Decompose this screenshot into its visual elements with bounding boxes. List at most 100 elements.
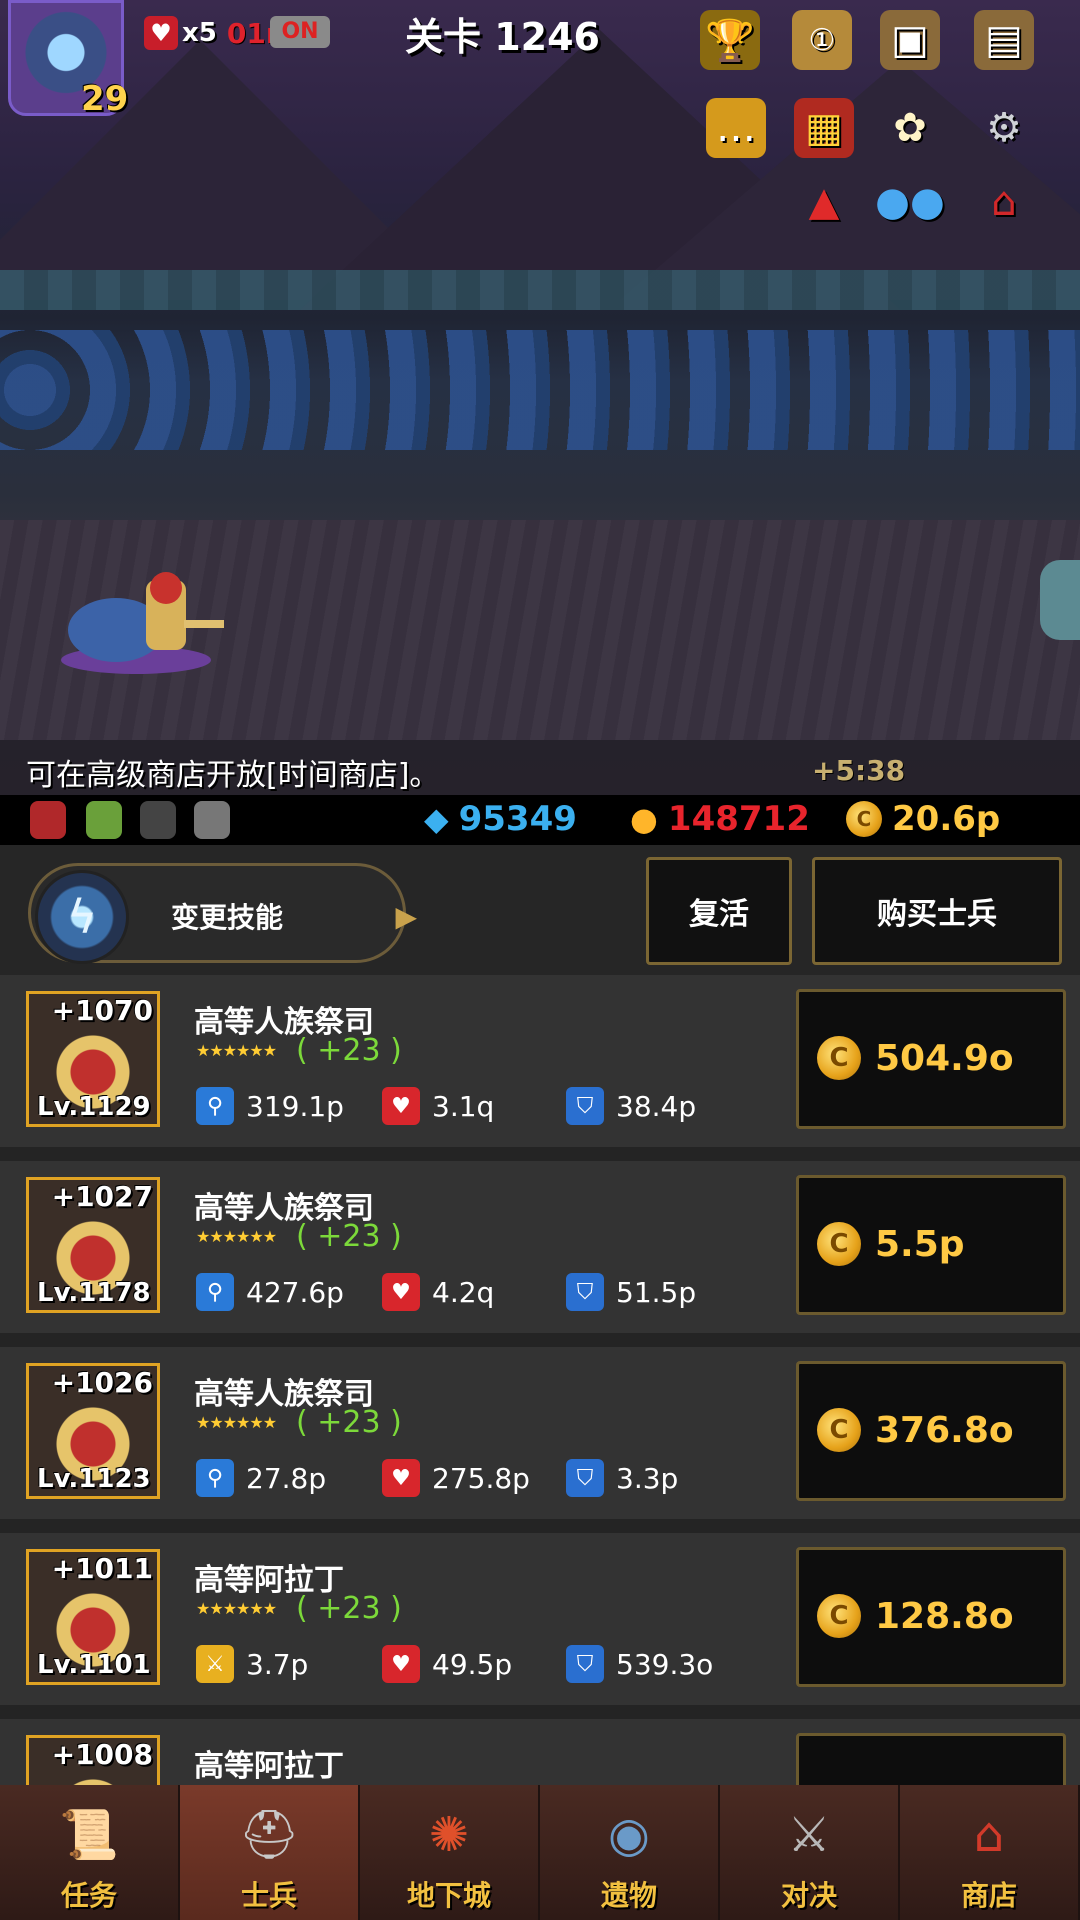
defense-value: 3.3p [616,1461,679,1495]
soldier-bonus: +1011 [51,1552,153,1585]
health-stat: ♥ 3.1q [382,1087,494,1125]
knight-book-icon[interactable]: ▣ [880,10,940,70]
scroll-icon: 📜 [59,1807,119,1863]
upgrade-cost-button[interactable]: C 128.8o [796,1547,1066,1687]
soldier-stars: ★★★★★★ [196,1041,277,1060]
nav-tab[interactable]: ⌂ 商店 [900,1785,1080,1920]
coin-icon: C [817,1036,861,1080]
gear-icon[interactable]: ⚙ [974,98,1034,158]
defense-stat: ⛉ 51.5p [566,1273,696,1311]
cost-value: 504.9o [875,1037,1014,1079]
tree-line [0,330,1080,450]
attack-stat: ⚔ 3.7p [196,1645,308,1683]
soldier-level: Lv.1123 [37,1464,151,1494]
nav-tab-label: 商店 [960,1879,1017,1912]
bottom-nav: 📜 任务 ⛑ 士兵 ✺ 地下城 ◉ 遗物 ⚔ 对决 ⌂ 商店 [0,1785,1080,1920]
soldier-portrait[interactable]: +1026 Lv.1123 [26,1363,160,1499]
health-stat: ♥ 49.5p [382,1645,512,1683]
upgrade-cost-button[interactable]: C [796,1733,1066,1785]
party-member-green-icon[interactable] [86,801,122,839]
soldier-portrait[interactable]: +1027 Lv.1178 [26,1177,160,1313]
mailbox-icon[interactable]: ⌂ [974,172,1034,232]
ranking-podium-icon[interactable]: ① [792,10,852,70]
nav-tab[interactable]: ✺ 地下城 [360,1785,540,1920]
defense-stat: ⛉ 38.4p [566,1087,696,1125]
soldier-name: 高等阿拉丁 [194,1749,344,1784]
magic-wand-icon: ⚲ [196,1459,234,1497]
friends-icon[interactable]: ●● [875,172,945,232]
gift-box-icon[interactable]: ▦ [794,98,854,158]
helmet-icon: ⛑ [238,1807,300,1863]
party-member-red-icon[interactable] [30,801,66,839]
trophy-icon[interactable]: 🏆 [700,10,760,70]
soldier-row[interactable]: +1008 高等阿拉丁 ⚔ ♥ ⛉ C [0,1719,1080,1785]
stage-title: 关卡 1246 [405,15,600,59]
hero-unit-sprite [61,572,224,674]
soldier-portrait[interactable]: +1008 [26,1735,160,1785]
soldier-row[interactable]: +1070 Lv.1129 高等人族祭司 ★★★★★★ ( +23 ) ⚲ 31… [0,975,1080,1161]
chevron-right-icon: ▶ [395,900,417,933]
crossed-swords-icon: ⚔ [787,1807,831,1863]
change-skill-button[interactable]: ϟ 变更技能 ▶ [28,863,417,964]
buy-soldier-button[interactable]: 购买士兵 [812,857,1062,965]
coin-icon: C [817,1408,861,1452]
nav-tab-label: 遗物 [600,1879,657,1912]
nav-tab[interactable]: ⚔ 对决 [720,1785,900,1920]
heart-icon: ♥ [382,1273,420,1311]
health-stat: ♥ 4.2q [382,1273,494,1311]
magic-wand-icon: ⚲ [196,1273,234,1311]
soldier-list[interactable]: +1070 Lv.1129 高等人族祭司 ★★★★★★ ( +23 ) ⚲ 31… [0,975,1080,1785]
soldier-row[interactable]: +1026 Lv.1123 高等人族祭司 ★★★★★★ ( +23 ) ⚲ 27… [0,1347,1080,1533]
health-value: 49.5p [432,1647,513,1681]
attack-value: 427.6p [246,1275,344,1309]
health-value: 3.1q [432,1089,495,1123]
soldier-star-bonus: ( +23 ) [296,1033,402,1068]
cost-value: 128.8o [875,1595,1014,1637]
revive-button[interactable]: 复活 [646,857,792,965]
gem-value: 95349 [458,799,577,839]
angel-icon[interactable]: ✿ [880,98,940,158]
action-row: ϟ 变更技能 ▶ 复活 购买士兵 [0,845,1080,975]
shield-icon: ⛉ [566,1087,604,1125]
party-member-dark-icon[interactable] [140,801,176,839]
upgrade-cost-button[interactable]: C 376.8o [796,1361,1066,1501]
hedge-row [0,270,1080,310]
soldier-row[interactable]: +1027 Lv.1178 高等人族祭司 ★★★★★★ ( +23 ) ⚲ 42… [0,1161,1080,1347]
soldier-row[interactable]: +1011 Lv.1101 高等阿拉丁 ★★★★★★ ( +23 ) ⚔ 3.7… [0,1533,1080,1719]
attack-stat: ⚲ 427.6p [196,1273,344,1311]
nav-tab[interactable]: 📜 任务 [0,1785,180,1920]
nav-tab[interactable]: ⛑ 士兵 [180,1785,360,1920]
cost-content: C 504.9o [817,1036,1014,1080]
soldier-level: Lv.1129 [37,1092,151,1122]
soldier-portrait[interactable]: +1011 Lv.1101 [26,1549,160,1685]
floating-gain-text: +5:38 [812,754,906,787]
sword-book-icon[interactable]: ▤ [974,10,1034,70]
collapse-triangle-icon[interactable]: ▲ [794,172,854,232]
defense-stat: ⛉ 3.3p [566,1459,678,1497]
orb-icon: ◉ [608,1807,650,1863]
player-avatar[interactable]: 29 [8,0,128,119]
nav-tab[interactable]: ◉ 遗物 [540,1785,720,1920]
defense-stat: ⛉ 539.3o [566,1645,713,1683]
heart-icon: ♥ [382,1459,420,1497]
lightning-tower-icon: ϟ [35,870,129,964]
soldier-portrait[interactable]: +1070 Lv.1129 [26,991,160,1127]
soldier-bonus: +1026 [51,1366,153,1399]
upgrade-cost-button[interactable]: C 5.5p [796,1175,1066,1315]
coin-icon: C [846,801,882,837]
notice-ticker: 可在高级商店开放[时间商店]。 [0,740,1080,795]
soldier-bonus: +1027 [51,1180,153,1213]
soldier-star-bonus: ( +23 ) [296,1219,402,1254]
soldier-level: Lv.1178 [37,1278,151,1308]
heart-icon: ♥ [382,1087,420,1125]
chat-icon[interactable]: … [706,98,766,158]
auto-toggle[interactable]: ON [270,16,330,48]
upgrade-cost-button[interactable]: C 504.9o [796,989,1066,1129]
gold-value: 20.6p [892,799,1001,839]
defense-value: 51.5p [616,1275,697,1309]
shield-icon: ⛉ [566,1273,604,1311]
soldier-stars: ★★★★★★ [196,1413,277,1432]
enemy-unit-sprite [1040,560,1080,640]
party-member-robot-icon[interactable] [194,801,230,839]
heart-pack-icon: ♥ [144,16,178,50]
